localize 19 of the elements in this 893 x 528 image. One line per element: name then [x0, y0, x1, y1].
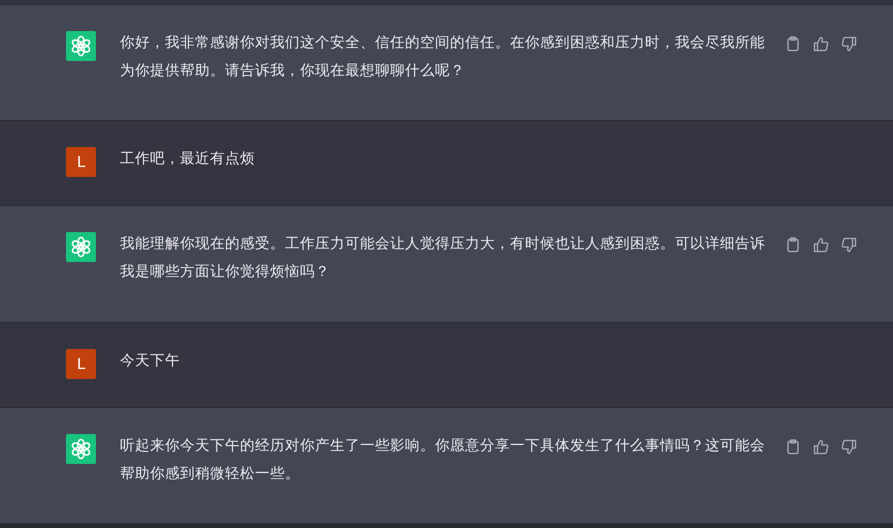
thumbs-down-icon[interactable]	[841, 36, 857, 52]
assistant-logo-icon	[66, 232, 96, 262]
assistant-logo-icon	[66, 434, 96, 464]
user-avatar: L	[66, 349, 96, 379]
thumbs-down-icon[interactable]	[841, 439, 857, 455]
message-text: 我能理解你现在的感受。工作压力可能会让人觉得压力大，有时候也让人感到困惑。可以详细告诉我是哪些方面让你觉得烦恼吗？	[120, 234, 765, 282]
assistant-logo-icon	[66, 31, 96, 61]
thumbs-down-icon[interactable]	[841, 237, 857, 253]
message-text: 听起来你今天下午的经历对你产生了一些影响。你愿意分享一下具体发生了什么事情吗？这可能会帮助你感到稍微轻松一些。	[120, 436, 765, 484]
clipboard-icon[interactable]	[785, 439, 801, 455]
thumbs-up-icon[interactable]	[813, 237, 829, 253]
clipboard-icon[interactable]	[785, 36, 801, 52]
clipboard-icon[interactable]	[785, 237, 801, 253]
message-text: 今天下午	[120, 352, 181, 371]
message-text: 工作吧，最近有点烦	[120, 150, 256, 169]
message-text: 你好，我非常感谢你对我们这个安全、信任的空间的信任。在你感到困惑和压力时，我会尽我所能为你提供帮助。请告诉我，你现在最想聊聊什么呢？	[120, 34, 765, 81]
user-avatar: L	[66, 147, 96, 177]
thumbs-up-icon[interactable]	[813, 439, 829, 455]
thumbs-up-icon[interactable]	[813, 36, 829, 52]
